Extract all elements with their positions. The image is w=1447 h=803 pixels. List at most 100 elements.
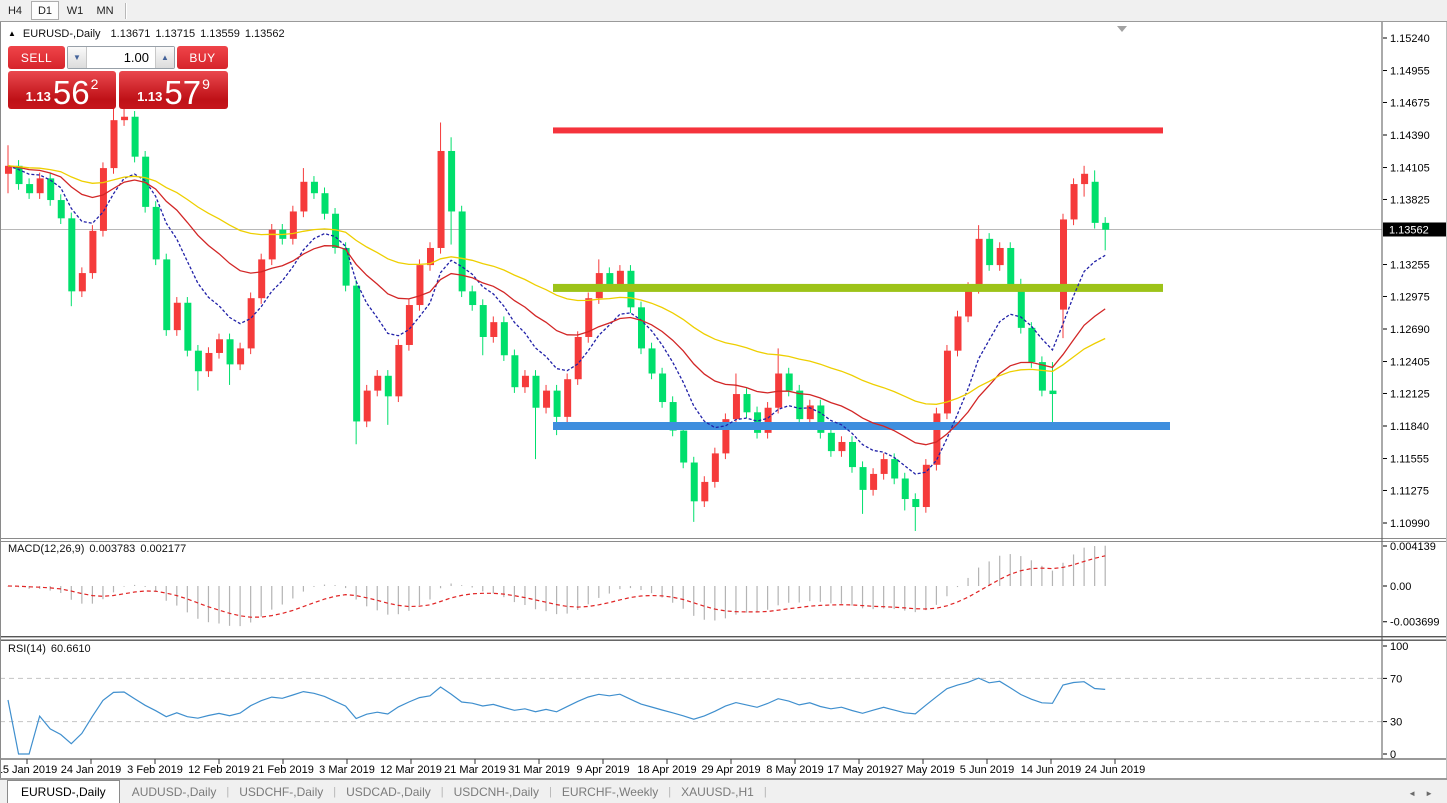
chart-canvas[interactable]: 1.152401.149551.146751.143901.141051.138… — [0, 22, 1447, 780]
sell-price-display[interactable]: 1.13 56 2 — [8, 71, 116, 109]
chart-tab-xauusd[interactable]: XAUUSD-,H1 — [677, 781, 758, 803]
candle-body — [363, 390, 371, 422]
candle-body — [838, 441, 846, 452]
timeframe-button-h4[interactable]: H4 — [1, 1, 29, 20]
macd-histogram-bar — [387, 586, 389, 615]
candle-body — [437, 150, 445, 248]
macd-histogram-bar — [650, 586, 653, 594]
candle-body — [448, 150, 456, 212]
chart-tab-usdchf[interactable]: USDCHF-,Daily — [235, 781, 327, 803]
macd-histogram-bar — [777, 586, 779, 606]
candle-body — [1102, 222, 1110, 230]
chart-tab-eurusd[interactable]: EURUSD-,Daily — [7, 780, 120, 803]
candle-body — [659, 373, 667, 403]
macd-histogram-bar — [513, 586, 515, 603]
candle-body — [310, 181, 318, 194]
candle-body — [870, 473, 878, 490]
macd-histogram-bar — [1051, 570, 1054, 586]
volume-increase-button[interactable]: ▲ — [155, 47, 174, 68]
date-axis-label: 29 Apr 2019 — [701, 764, 760, 776]
tab-divider: | — [226, 786, 230, 798]
hline-resistance[interactable] — [553, 127, 1163, 134]
macd-histogram-bar — [112, 586, 115, 593]
price-axis-label: 1.14675 — [1390, 97, 1430, 109]
tab-scroll-left-icon[interactable]: ◄ — [1408, 789, 1416, 798]
candle-body — [922, 464, 930, 508]
candle-body — [849, 441, 856, 468]
timeframe-button-mn[interactable]: MN — [91, 1, 119, 20]
macd-histogram-bar — [355, 586, 357, 600]
macd-histogram-bar — [239, 586, 241, 627]
chart-tab-usdcnh[interactable]: USDCNH-,Daily — [450, 781, 543, 803]
macd-histogram-bar — [534, 586, 537, 610]
buy-button[interactable]: BUY — [177, 46, 228, 69]
macd-histogram-bar — [1009, 554, 1011, 586]
macd-histogram-bar — [735, 586, 737, 615]
price-axis-label: 1.11840 — [1390, 421, 1429, 433]
hline-support[interactable] — [553, 422, 1170, 430]
candle-body — [511, 355, 519, 388]
candle-body — [78, 273, 86, 292]
macd-histogram-bar — [819, 586, 821, 602]
candle-body — [996, 247, 1004, 266]
chart-tab-usdcad[interactable]: USDCAD-,Daily — [342, 781, 435, 803]
hline-mid-level[interactable] — [553, 283, 1163, 292]
price-axis-label: 1.13825 — [1390, 194, 1430, 206]
price-axis-label: 1.15240 — [1390, 33, 1430, 45]
candle-body — [458, 211, 466, 292]
volume-input[interactable] — [87, 47, 155, 68]
date-axis-label: 24 Jan 2019 — [61, 764, 122, 776]
rsi-pane[interactable] — [0, 677, 1382, 755]
macd-histogram-bar — [566, 586, 568, 614]
candle-body — [194, 350, 202, 372]
macd-histogram-bar — [471, 586, 473, 588]
macd-histogram-bar — [640, 586, 642, 591]
date-axis-label: 21 Mar 2019 — [444, 764, 506, 776]
pane-separator — [0, 538, 1447, 539]
macd-histogram-bar — [334, 585, 336, 586]
candle-body — [152, 206, 160, 260]
candle-body — [384, 375, 392, 397]
date-axis-label: 21 Feb 2019 — [252, 764, 314, 776]
candle-body — [954, 316, 962, 351]
date-axis-label: 15 Jan 2019 — [0, 764, 57, 776]
current-price-tag-label: 1.13562 — [1389, 224, 1429, 236]
candle-body — [121, 116, 129, 121]
buy-price-big: 57 — [164, 74, 202, 111]
main-price-pane[interactable] — [0, 99, 1382, 531]
macd-histogram-bar — [608, 586, 610, 594]
tab-scroll-right-icon[interactable]: ► — [1425, 789, 1433, 798]
macd-histogram-bar — [883, 586, 885, 609]
chevron-down-icon: ▼ — [73, 53, 81, 62]
price-axis-label: 1.11555 — [1390, 454, 1429, 466]
chart-shift-marker-icon[interactable] — [1117, 26, 1127, 32]
candle-body — [289, 211, 297, 239]
collapse-chart-icon[interactable]: ▲ — [8, 29, 16, 38]
rsi-axis-label: 100 — [1390, 641, 1408, 653]
candle-body — [1007, 247, 1015, 285]
macd-histogram-bar — [1083, 547, 1085, 586]
macd-histogram-bar — [323, 584, 326, 586]
price-axis-label: 1.14390 — [1390, 130, 1430, 142]
timeframe-button-w1[interactable]: W1 — [61, 1, 89, 20]
candle-body — [711, 453, 719, 482]
chart-tabs-bar: EURUSD-,Daily AUDUSD-,Daily | USDCHF-,Daily… — [0, 779, 1447, 803]
macd-histogram-bar — [524, 586, 526, 606]
chart-tab-audusd[interactable]: AUDUSD-,Daily — [128, 781, 221, 803]
macd-histogram-bar — [397, 586, 399, 615]
macd-pane[interactable] — [7, 545, 1106, 627]
timeframe-button-d1[interactable]: D1 — [31, 1, 59, 20]
price-axis-label: 1.13255 — [1390, 260, 1430, 272]
macd-histogram-bar — [840, 586, 843, 604]
volume-decrease-button[interactable]: ▼ — [68, 47, 87, 68]
macd-histogram-bar — [904, 586, 906, 611]
candle-body — [986, 238, 994, 266]
candle-body — [1091, 181, 1099, 223]
macd-histogram-bar — [1072, 554, 1075, 586]
sell-button[interactable]: SELL — [8, 46, 65, 69]
buy-price-display[interactable]: 1.13 57 9 — [119, 71, 228, 109]
candle-body — [36, 178, 44, 194]
macd-histogram-bar — [292, 586, 294, 599]
chart-tab-eurchf[interactable]: EURCHF-,Weekly — [558, 781, 662, 803]
macd-axis-label: 0.004139 — [1390, 541, 1436, 553]
